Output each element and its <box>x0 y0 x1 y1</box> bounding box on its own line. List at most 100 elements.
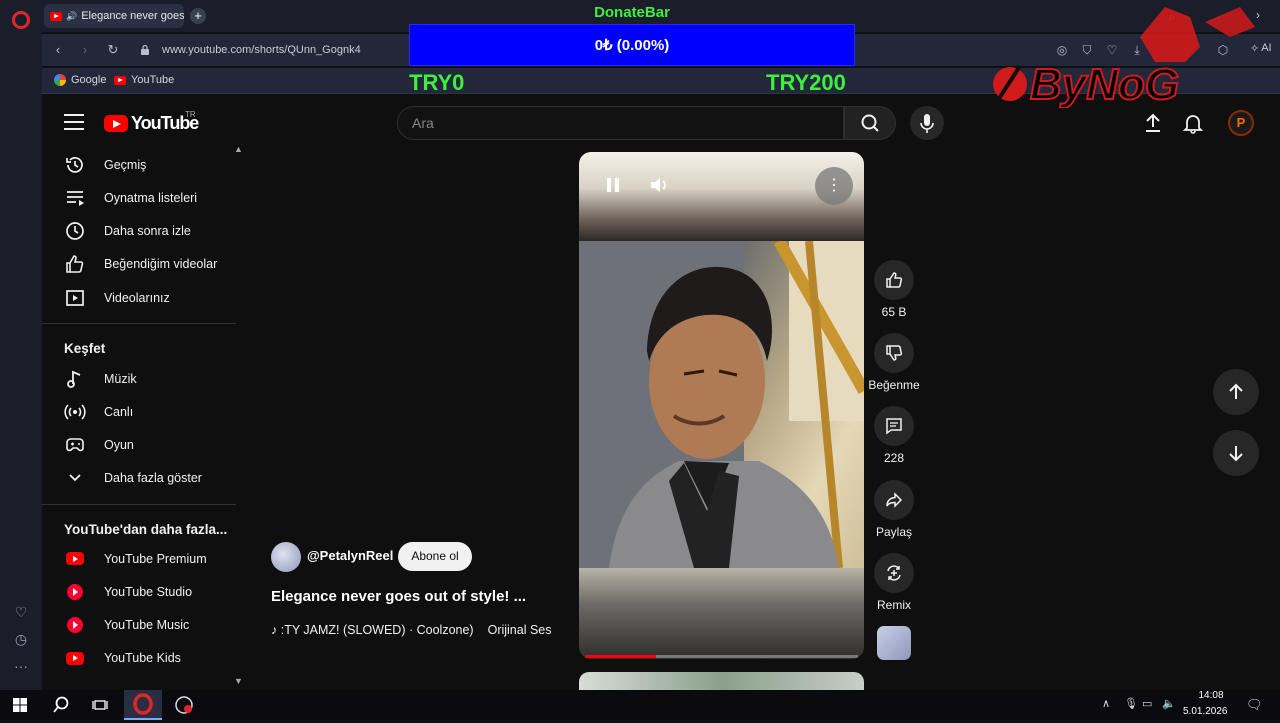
heart-icon[interactable]: ♡ <box>13 604 29 620</box>
thumbs-up-icon <box>886 272 903 288</box>
youtube-icon <box>50 11 62 21</box>
taskbar-search-icon[interactable] <box>48 693 74 717</box>
bookmark-youtube[interactable]: YouTube <box>114 74 174 86</box>
account-avatar[interactable]: P <box>1228 110 1254 136</box>
youtube-studio-icon <box>64 581 86 603</box>
obs-recorder-icon[interactable] <box>171 693 197 717</box>
sidebar-item-youtube-premium[interactable]: YouTube Premium <box>42 542 236 575</box>
search-button[interactable] <box>844 106 896 140</box>
sound-info[interactable]: ♪ :TY JAMZ! (SLOWED) · Coolzone) Orijina… <box>271 623 552 637</box>
tray-microphone-icon[interactable]: 🎙 <box>1124 697 1138 710</box>
voice-search-button[interactable] <box>910 106 944 140</box>
comment-icon <box>886 418 902 435</box>
video-frame-image <box>579 238 864 569</box>
share-action[interactable]: Paylaş <box>868 480 920 539</box>
like-button[interactable] <box>874 260 914 300</box>
subscribe-button[interactable]: Abone ol <box>398 542 472 571</box>
sidebar-item-playlists[interactable]: Oynatma listeleri <box>42 181 236 214</box>
sidebar-item-liked[interactable]: Beğendiğim videolar <box>42 248 236 281</box>
donate-progress-bar: 0₺ (0.00%) <box>409 24 855 66</box>
dislike-action[interactable]: Beğenme <box>868 333 920 392</box>
sidebar-item-youtube-music[interactable]: YouTube Music <box>42 609 236 642</box>
donate-bar-title: DonateBar <box>594 4 670 21</box>
taskbar-clock-date[interactable]: 5.01.2026 <box>1183 706 1228 717</box>
taskbar-clock-time[interactable]: 14:08 <box>1194 690 1228 701</box>
opera-sidebar <box>0 0 42 690</box>
your-videos-icon <box>64 287 86 309</box>
dislike-button[interactable] <box>874 333 914 373</box>
short-video-player[interactable] <box>579 152 864 659</box>
pause-button[interactable] <box>598 170 628 200</box>
sidebar-item-music[interactable]: Müzik <box>42 362 236 395</box>
sidebar-item-gaming[interactable]: Oyun <box>42 429 236 462</box>
channel-name[interactable]: @PetalynReel <box>307 548 393 563</box>
tray-chevron-up-icon[interactable]: ∧ <box>1102 697 1110 710</box>
watch-later-icon <box>64 220 86 242</box>
more-dots-icon[interactable]: ··· <box>13 658 29 674</box>
short-title[interactable]: Elegance never goes out of style! ... <box>271 588 526 605</box>
windows-start-icon[interactable] <box>7 693 33 717</box>
notifications-button[interactable] <box>1182 112 1204 134</box>
more-from-youtube-heading: YouTube'dan daha fazla... <box>64 522 228 537</box>
sidebar-item-live[interactable]: Canlı <box>42 395 236 428</box>
tray-volume-icon[interactable]: 🔈 <box>1162 697 1176 710</box>
tab-youtube-short[interactable]: 🔊 Elegance never goes o <box>44 4 184 28</box>
explore-heading: Keşfet <box>64 341 106 356</box>
speaker-icon[interactable]: 🔊 <box>66 11 77 22</box>
sidebar-item-label: YouTube Premium <box>104 551 207 566</box>
remix-label: Remix <box>876 598 911 612</box>
sidebar-item-youtube-kids[interactable]: YouTube Kids <box>42 642 236 675</box>
sidebar-item-youtube-studio[interactable]: YouTube Studio <box>42 575 236 608</box>
like-action[interactable]: 65 B <box>868 260 920 319</box>
sidebar-item-label: Oynatma listeleri <box>104 190 198 205</box>
share-button[interactable] <box>874 480 914 520</box>
sidebar-item-label: Oyun <box>104 438 134 453</box>
region-code: TR <box>185 110 196 119</box>
comments-action[interactable]: 228 <box>868 406 920 465</box>
menu-hamburger-icon[interactable] <box>64 114 84 130</box>
speaker-icon <box>651 178 666 192</box>
donate-min-label: TRY0 <box>409 70 465 95</box>
remix-action[interactable]: Remix <box>868 553 920 612</box>
comments-button[interactable] <box>874 406 914 446</box>
volume-button[interactable] <box>646 172 672 198</box>
sidebar-item-chevron-down[interactable]: Daha fazla göster <box>42 462 236 495</box>
microphone-icon <box>920 114 934 133</box>
forward-button[interactable]: › <box>77 42 93 58</box>
search-input[interactable]: Ara <box>397 106 844 140</box>
notifications-center-icon[interactable]: 🗨 <box>1246 697 1263 713</box>
sidebar-item-history[interactable]: Geçmiş <box>42 148 236 181</box>
task-view-icon[interactable] <box>87 693 113 717</box>
new-tab-button[interactable]: + <box>190 8 206 24</box>
sidebar-item-label: Geçmiş <box>104 157 147 172</box>
share-label: Paylaş <box>875 525 913 539</box>
history-clock-icon[interactable]: ◷ <box>13 631 29 647</box>
video-blur-bottom <box>579 568 864 659</box>
channel-avatar[interactable] <box>271 542 301 572</box>
sound-thumbnail[interactable] <box>877 626 911 660</box>
sidebar-item-your-videos[interactable]: Videolarınız <box>42 281 236 314</box>
arrow-up-icon <box>1229 383 1243 399</box>
remix-icon <box>887 565 901 581</box>
donate-max-label: TRY200 <box>766 70 846 95</box>
youtube-play-icon <box>104 115 128 132</box>
sidebar-item-label: Canlı <box>104 404 134 419</box>
bookmark-google[interactable]: Google <box>54 74 106 86</box>
opera-logo-icon[interactable] <box>12 11 30 29</box>
next-short-preview[interactable] <box>579 672 864 692</box>
back-button[interactable]: ‹ <box>50 42 66 58</box>
reload-button[interactable]: ↻ <box>105 42 121 58</box>
more-options-button[interactable]: ⋮ <box>815 167 853 205</box>
previous-short-button[interactable] <box>1213 369 1259 415</box>
remix-button[interactable] <box>874 553 914 593</box>
sidebar-item-watch-later[interactable]: Daha sonra izle <box>42 215 236 248</box>
upload-button[interactable] <box>1142 112 1164 134</box>
youtube-icon <box>114 75 126 85</box>
next-short-button[interactable] <box>1213 430 1259 476</box>
tray-network-icon[interactable]: ▭ <box>1142 697 1152 710</box>
sidebar-scroll-down-icon[interactable]: ▼ <box>234 676 243 686</box>
video-progress-bar[interactable] <box>585 655 858 658</box>
music-icon <box>64 368 86 390</box>
taskbar-opera-button[interactable] <box>124 690 162 720</box>
youtube-kids-icon <box>64 647 86 669</box>
